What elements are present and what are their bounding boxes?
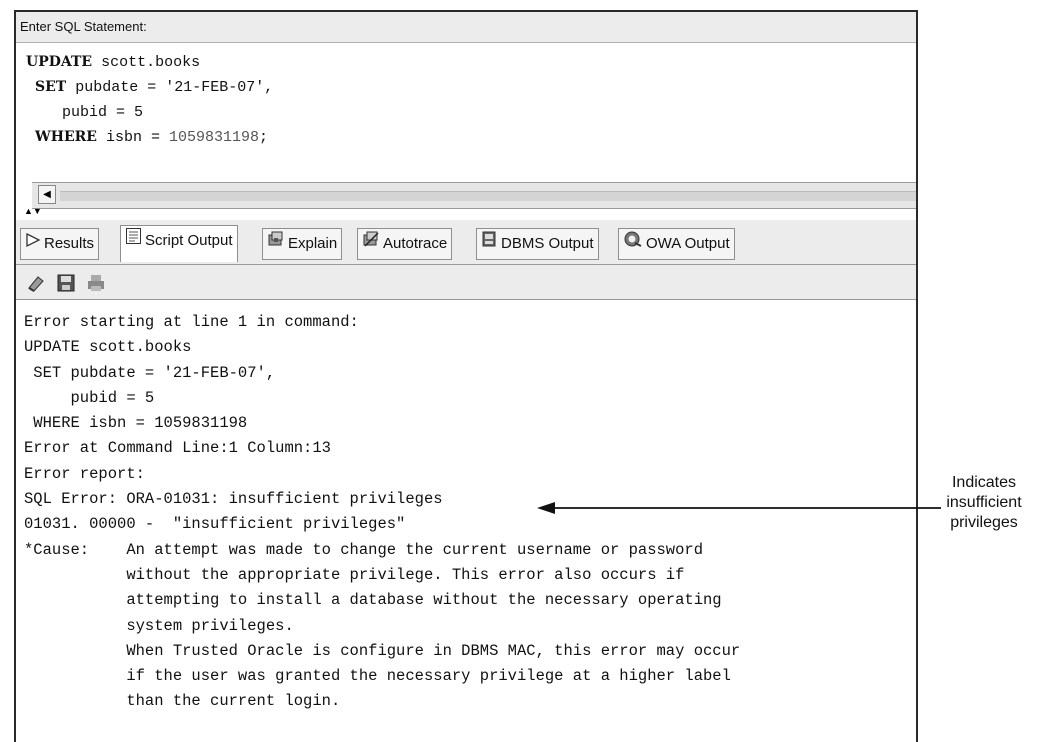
sql-line-update: UPDATE scott.books — [26, 50, 916, 75]
output-line: When Trusted Oracle is configure in DBMS… — [24, 641, 741, 660]
output-line: if the user was granted the necessary pr… — [24, 667, 731, 686]
scrollbar-track[interactable] — [60, 191, 916, 201]
output-line: WHERE isbn = 1059831198 — [24, 414, 248, 433]
sql-isbn-value: 1059831198 — [168, 129, 259, 146]
output-line: system privileges. — [24, 616, 294, 635]
output-line: *Cause: An attempt was made to change th… — [24, 540, 704, 559]
sql-worksheet-window: Enter SQL Statement: UPDATE scott.books … — [14, 10, 918, 742]
output-line: Error starting at line 1 in command: — [24, 313, 359, 331]
output-line: SET pubdate = '21-FEB-07', — [24, 363, 276, 382]
output-line: Error at Command Line:1 Column:13 — [24, 439, 331, 458]
output-toolbar — [16, 265, 916, 300]
tab-explain-label: Explain — [288, 235, 338, 252]
splitter-up-arrow-icon[interactable]: ▲▼ — [24, 207, 48, 216]
sql-where-clause: isbn = — [96, 129, 169, 146]
sql-statement-label: Enter SQL Statement: — [16, 12, 916, 43]
scroll-left-arrow-icon[interactable]: ◀ — [38, 185, 56, 204]
annotation-callout: Indicates insufficient privileges — [930, 473, 1038, 533]
sql-line-where: WHERE isbn = 1059831198; — [26, 125, 916, 150]
sql-line-pubid: pubid = 5 — [26, 104, 144, 121]
output-line: Error report: — [24, 464, 145, 483]
keyword-set: SET — [35, 79, 67, 95]
sql-editor[interactable]: UPDATE scott.books SET pubdate = '21-FEB… — [26, 50, 916, 182]
sql-line-set: SET pubdate = '21-FEB-07', — [26, 75, 916, 100]
print-icon[interactable] — [86, 273, 106, 293]
annotation-line: privileges — [950, 514, 1018, 531]
tab-dbms-output[interactable]: DBMS Output — [476, 228, 599, 260]
panel-splitter[interactable]: ▲▼ — [24, 207, 48, 220]
tab-autotrace-label: Autotrace — [383, 235, 448, 252]
tab-results-label: Results — [44, 235, 95, 252]
tab-results[interactable]: Results — [20, 228, 100, 260]
tab-script-output-label: Script Output — [145, 232, 233, 249]
annotation-arrow — [537, 502, 941, 514]
owa-output-icon — [623, 229, 643, 259]
output-line: attempting to install a database without… — [24, 591, 722, 610]
sql-table: scott.books — [92, 54, 201, 71]
annotation-line: insufficient — [946, 494, 1022, 511]
autotrace-icon — [362, 229, 380, 259]
tab-script-output[interactable]: Script Output — [120, 225, 238, 262]
editor-horizontal-scrollbar[interactable]: ◀ — [32, 182, 916, 209]
tab-owa-output[interactable]: OWA Output — [618, 228, 735, 260]
sql-terminator: ; — [258, 129, 268, 146]
save-icon[interactable] — [56, 273, 76, 293]
output-line: than the current login. — [24, 692, 341, 711]
script-output-icon — [125, 226, 142, 256]
output-line: without the appropriate privilege. This … — [24, 565, 685, 584]
script-output-text: Error starting at line 1 in command: UPDA… — [24, 310, 916, 742]
sql-set-clause: pubdate = '21-FEB-07', — [66, 79, 274, 96]
play-icon — [25, 229, 41, 259]
keyword-update: UPDATE — [26, 54, 93, 70]
output-line: pubid = 5 — [24, 388, 155, 407]
eraser-icon[interactable] — [26, 273, 46, 293]
output-tab-bar: Results Script Output Explain Autotrace … — [16, 220, 916, 265]
tab-explain[interactable]: Explain — [262, 228, 343, 260]
output-line: UPDATE scott.books — [24, 338, 192, 357]
tab-owa-output-label: OWA Output — [646, 235, 730, 252]
keyword-where: WHERE — [35, 129, 97, 145]
explain-icon — [267, 229, 285, 259]
tab-autotrace[interactable]: Autotrace — [357, 228, 453, 260]
tab-dbms-output-label: DBMS Output — [501, 235, 594, 252]
dbms-output-icon — [481, 229, 498, 259]
annotation-line: Indicates — [951, 474, 1017, 491]
